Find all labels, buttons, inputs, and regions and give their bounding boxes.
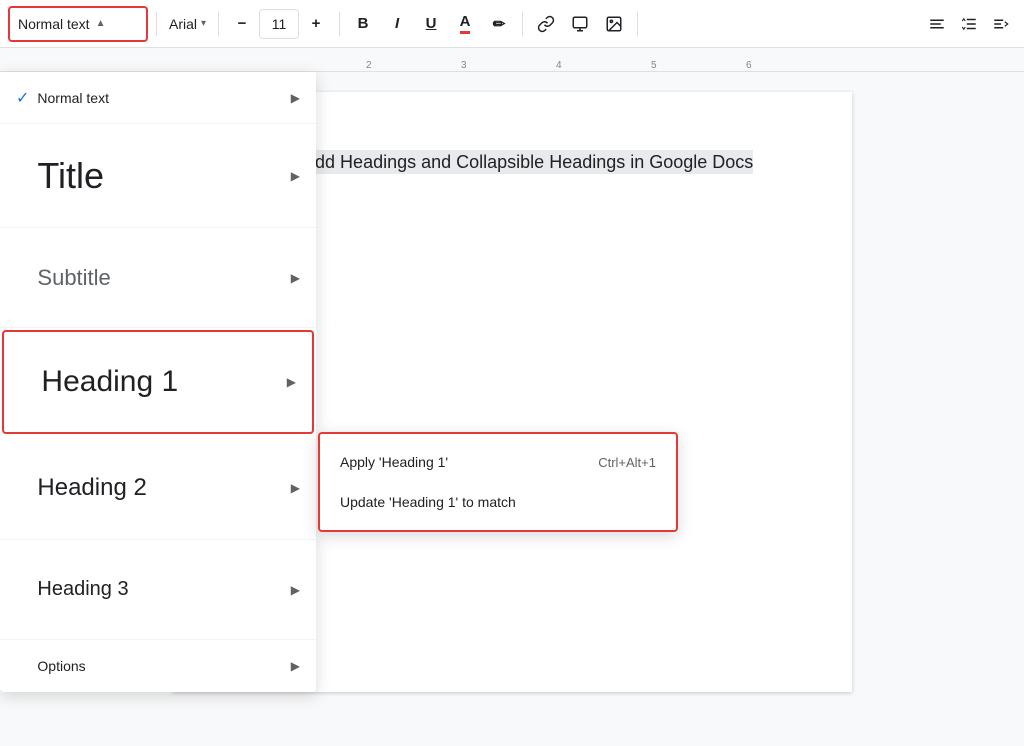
font-size-display[interactable]: 11 <box>259 9 299 39</box>
check-icon: ✓ <box>16 88 29 108</box>
chevron-right-icon: ▶ <box>291 91 300 105</box>
style-option-title[interactable]: ✓ Title ▶ <box>0 124 316 228</box>
ruler-content: 2 3 4 5 6 <box>316 48 1024 71</box>
normal-text-label: Normal text <box>37 90 290 106</box>
heading1-label: Heading 1 <box>41 365 286 399</box>
font-dropdown-arrow: ▾ <box>201 18 206 29</box>
toolbar-divider-2 <box>218 12 219 36</box>
toolbar: Normal text ▲ Arial ▾ − 11 + B I U A ✏ <box>0 0 1024 48</box>
link-button[interactable] <box>531 9 561 39</box>
comment-icon <box>571 15 589 33</box>
font-size-increase-button[interactable]: + <box>301 9 331 39</box>
style-option-heading3[interactable]: ✓ Heading 3 ▶ <box>0 540 316 640</box>
style-option-heading2[interactable]: ✓ Heading 2 ▶ <box>0 436 316 540</box>
toolbar-divider-4 <box>522 12 523 36</box>
style-selector-arrow: ▲ <box>96 18 106 29</box>
text-color-button[interactable]: A <box>450 9 480 39</box>
ruler-tick-2: 2 <box>366 60 372 71</box>
paragraph-style-dropdown: ✓ Normal text ▶ ✓ Title ▶ ✓ Subtitle ▶ ✓… <box>0 72 316 692</box>
align-button[interactable] <box>922 9 952 39</box>
main-area: ✓ Normal text ▶ ✓ Title ▶ ✓ Subtitle ▶ ✓… <box>0 72 1024 746</box>
options-label: Options <box>37 658 290 674</box>
toolbar-divider-5 <box>637 12 638 36</box>
ruler-tick-4: 4 <box>556 60 562 71</box>
ruler-tick-3: 3 <box>461 60 467 71</box>
heading1-chevron-icon: ▶ <box>287 375 296 389</box>
heading1-submenu: Apply 'Heading 1' Ctrl+Alt+1 Update 'Hea… <box>318 432 678 532</box>
style-option-subtitle[interactable]: ✓ Subtitle ▶ <box>0 228 316 328</box>
ruler-tick-5: 5 <box>651 60 657 71</box>
apply-heading1-shortcut: Ctrl+Alt+1 <box>598 455 656 470</box>
text-color-label: A <box>460 13 471 34</box>
update-heading1-item[interactable]: Update 'Heading 1' to match <box>320 482 676 522</box>
style-selector-label: Normal text <box>18 16 90 32</box>
font-size-decrease-button[interactable]: − <box>227 9 257 39</box>
heading2-chevron-icon: ▶ <box>291 481 300 495</box>
comment-button[interactable] <box>565 9 595 39</box>
more-options-button[interactable] <box>986 9 1016 39</box>
heading3-chevron-icon: ▶ <box>291 583 300 597</box>
font-selector[interactable]: Arial ▾ <box>165 12 210 36</box>
line-spacing-button[interactable] <box>954 9 984 39</box>
heading2-label: Heading 2 <box>37 474 290 502</box>
heading3-label: Heading 3 <box>37 578 290 601</box>
ruler-tick-6: 6 <box>746 60 752 71</box>
italic-button[interactable]: I <box>382 9 412 39</box>
line-spacing-icon <box>960 15 978 33</box>
options-chevron-icon: ▶ <box>291 659 300 673</box>
link-icon <box>537 15 555 33</box>
more-options-icon <box>992 15 1010 33</box>
title-chevron-icon: ▶ <box>291 169 300 183</box>
document-highlighted-text: low to Add Headings and Collapsible Head… <box>252 150 753 174</box>
image-icon <box>605 15 623 33</box>
style-option-options[interactable]: ✓ Options ▶ <box>0 640 316 692</box>
toolbar-divider-1 <box>156 12 157 36</box>
align-icon <box>928 15 946 33</box>
subtitle-chevron-icon: ▶ <box>291 271 300 285</box>
ruler: 2 3 4 5 6 <box>0 48 1024 72</box>
toolbar-divider-3 <box>339 12 340 36</box>
toolbar-right-group <box>922 9 1016 39</box>
document-content: low to Add Headings and Collapsible Head… <box>252 152 772 173</box>
font-name-label: Arial <box>169 16 197 32</box>
update-heading1-label: Update 'Heading 1' to match <box>340 494 516 510</box>
style-option-normal-text[interactable]: ✓ Normal text ▶ <box>0 72 316 124</box>
highlight-button[interactable]: ✏ <box>484 9 514 39</box>
style-option-heading1[interactable]: ✓ Heading 1 ▶ <box>2 330 314 434</box>
apply-heading1-label: Apply 'Heading 1' <box>340 454 448 470</box>
subtitle-label: Subtitle <box>37 265 290 291</box>
title-label: Title <box>37 155 290 197</box>
image-button[interactable] <box>599 9 629 39</box>
underline-button[interactable]: U <box>416 9 446 39</box>
style-selector[interactable]: Normal text ▲ <box>8 6 148 42</box>
font-size-container: − 11 + <box>227 9 331 39</box>
bold-button[interactable]: B <box>348 9 378 39</box>
apply-heading1-item[interactable]: Apply 'Heading 1' Ctrl+Alt+1 <box>320 442 676 482</box>
